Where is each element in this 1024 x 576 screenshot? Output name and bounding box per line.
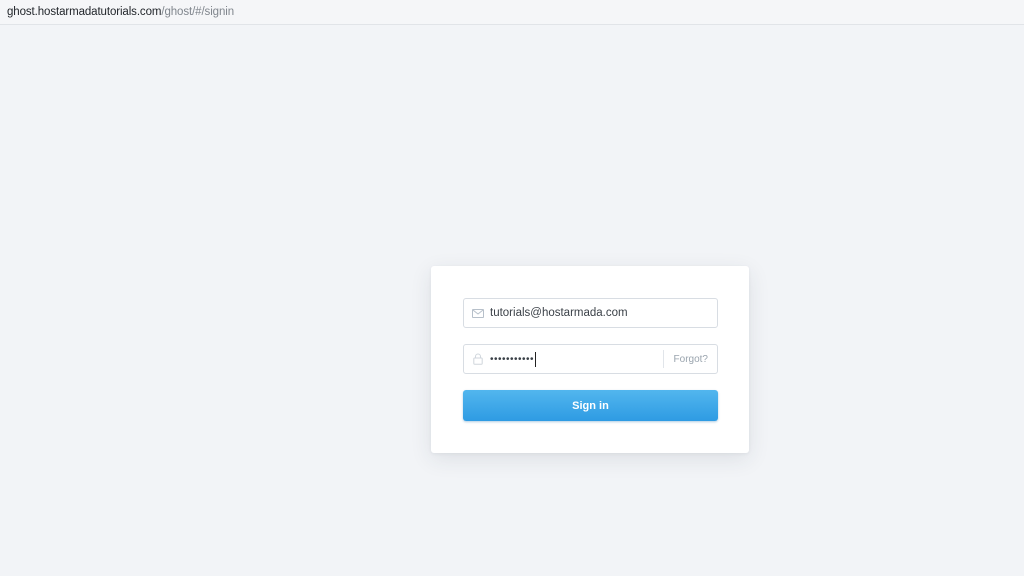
url-host: ghost.hostarmadatutorials.com (7, 6, 162, 18)
text-caret (535, 351, 537, 367)
sign-in-button[interactable]: Sign in (463, 390, 718, 421)
url-path: /ghost/#/signin (161, 6, 235, 18)
password-mask: ••••••••••• (490, 353, 535, 365)
email-input-value: tutorials@hostarmada.com (490, 307, 628, 319)
envelope-icon (464, 299, 490, 327)
lock-icon (464, 345, 490, 373)
password-field[interactable]: ••••••••••• Forgot? (463, 344, 718, 374)
email-field[interactable]: tutorials@hostarmada.com (463, 298, 718, 328)
signin-card: tutorials@hostarmada.com ••••••••••• For… (431, 266, 749, 453)
address-bar[interactable]: ghost.hostarmadatutorials.com/ghost/#/si… (0, 0, 1024, 25)
forgot-password-link[interactable]: Forgot? (662, 350, 717, 368)
password-input-value: ••••••••••• (490, 351, 663, 367)
